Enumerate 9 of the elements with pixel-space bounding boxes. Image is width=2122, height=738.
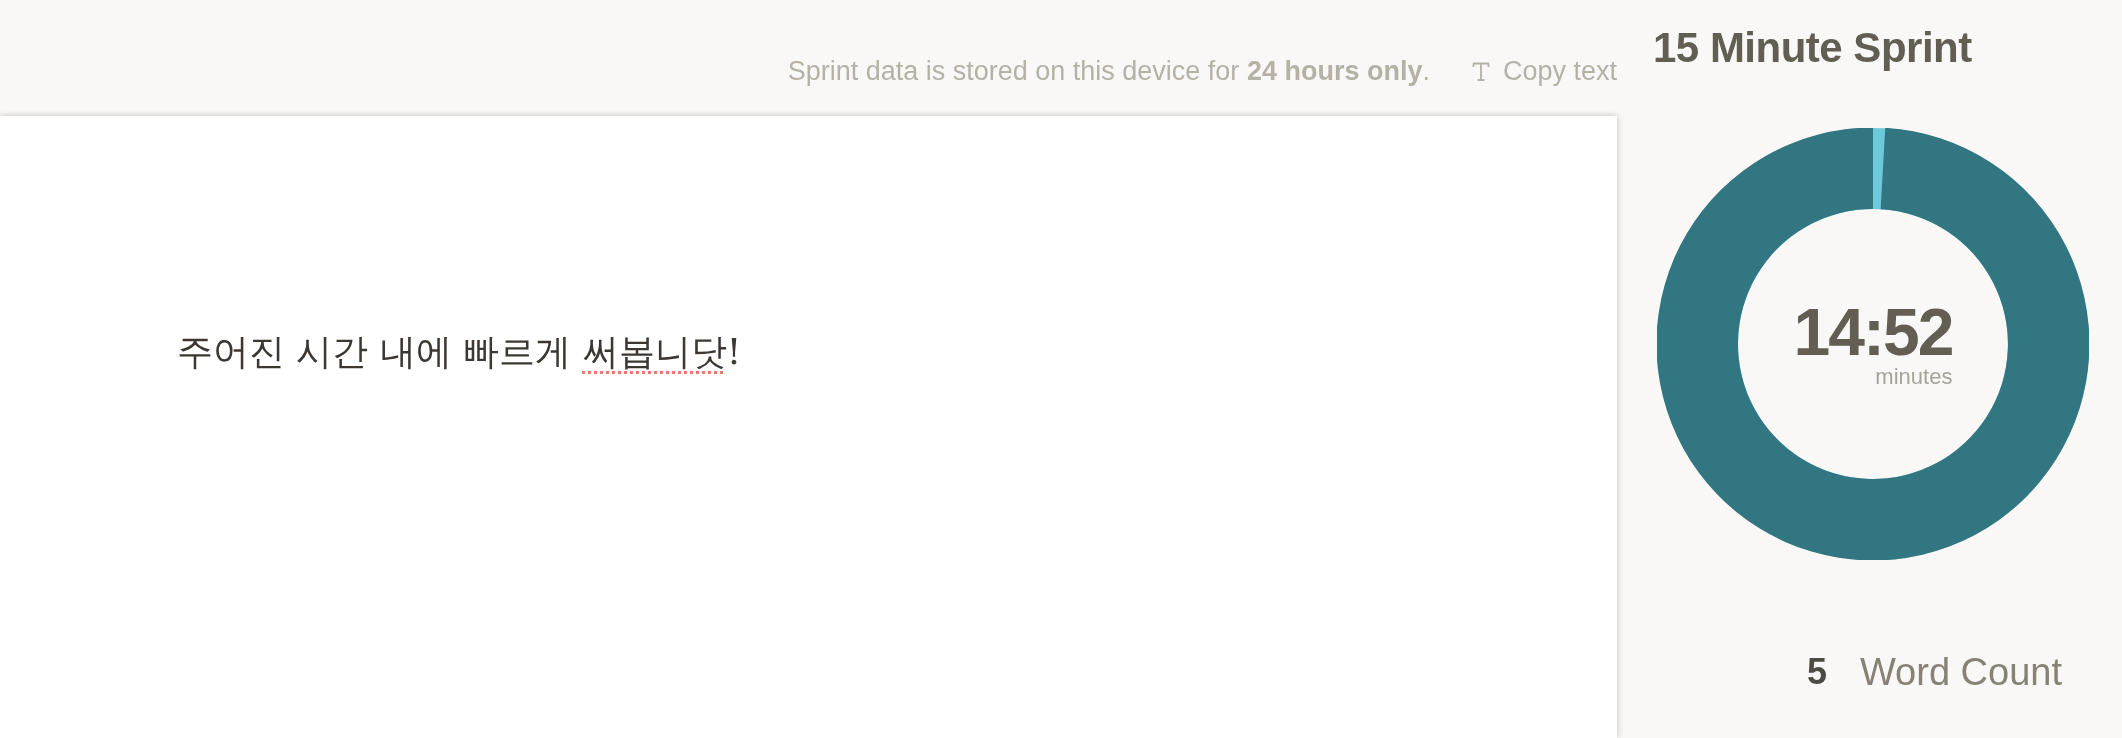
editor-text: 주어진 시간 내에 빠르게 써봅니닷! (177, 330, 743, 374)
word-count-label: Word Count (1859, 650, 2062, 695)
sprint-title: 15 Minute Sprint (1653, 23, 1972, 73)
writing-field[interactable]: 주어진 시간 내에 빠르게 써봅니닷! (0, 116, 1617, 738)
text-icon (1471, 61, 1490, 81)
storage-notice: Sprint data is stored on this device for 24 hours only. (787, 55, 1430, 87)
timer-time: 14:52 (1793, 299, 1953, 365)
timer-unit: minutes (1875, 365, 1953, 389)
word-count-value: 5 (1806, 650, 1827, 694)
